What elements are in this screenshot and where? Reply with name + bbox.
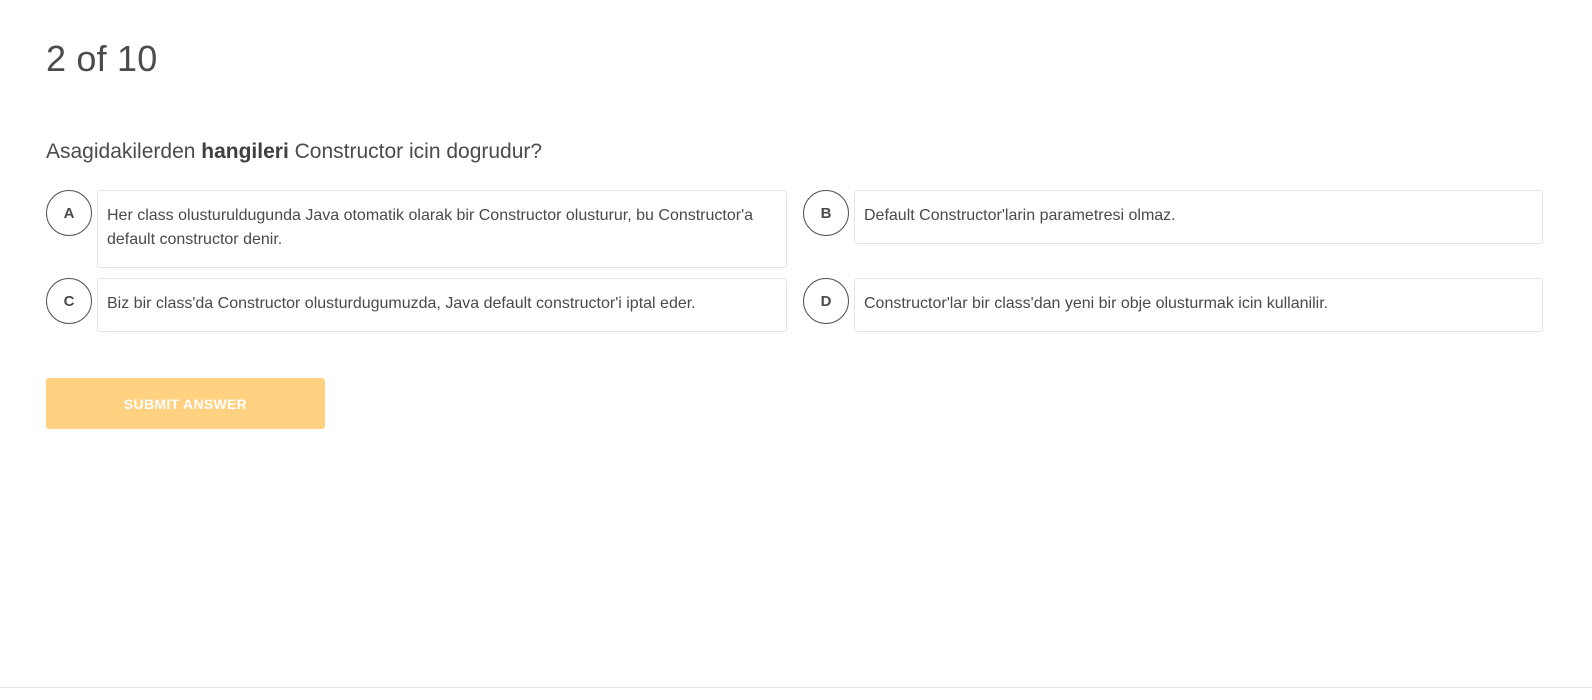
question-text-end: Constructor icin dogrudur? bbox=[288, 140, 543, 163]
option-letter-c[interactable]: C bbox=[46, 278, 92, 324]
option-text-d[interactable]: Constructor'lar bir class'dan yeni bir o… bbox=[854, 278, 1543, 332]
option-text-a[interactable]: Her class olusturuldugunda Java otomatik… bbox=[97, 190, 787, 268]
option-letter-b[interactable]: B bbox=[803, 190, 849, 236]
option-letter-a[interactable]: A bbox=[46, 190, 92, 236]
option-text-c[interactable]: Biz bir class'da Constructor olusturdugu… bbox=[97, 278, 787, 332]
question-progress: 2 of 10 bbox=[46, 38, 158, 79]
question-text-start: Asagidakilerden bbox=[46, 140, 202, 163]
footer-divider bbox=[0, 687, 1592, 688]
option-letter-d[interactable]: D bbox=[803, 278, 849, 324]
question-text: Asagidakilerden hangileri Constructor ic… bbox=[46, 140, 542, 164]
question-text-emphasis: hangileri bbox=[201, 140, 289, 163]
option-text-b[interactable]: Default Constructor'larin parametresi ol… bbox=[854, 190, 1543, 244]
submit-answer-button[interactable]: SUBMIT ANSWER bbox=[46, 378, 325, 429]
